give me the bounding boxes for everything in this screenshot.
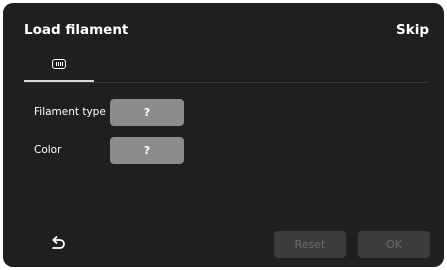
- ok-button[interactable]: OK: [358, 231, 430, 258]
- page-title: Load filament: [24, 22, 129, 38]
- tab-divider: [24, 82, 429, 83]
- back-arrow-icon: [52, 236, 65, 249]
- filament-spool-icon: [52, 58, 66, 69]
- load-filament-screen: Load filament Skip Filament type ? Color…: [3, 3, 444, 267]
- color-label: Color: [34, 144, 62, 156]
- tab-filament[interactable]: [24, 50, 94, 77]
- reset-button[interactable]: Reset: [274, 231, 346, 258]
- filament-type-selector[interactable]: ?: [110, 99, 184, 126]
- color-selector[interactable]: ?: [110, 137, 184, 164]
- skip-button[interactable]: Skip: [396, 22, 429, 38]
- back-button[interactable]: [46, 233, 68, 255]
- filament-type-label: Filament type: [34, 106, 106, 118]
